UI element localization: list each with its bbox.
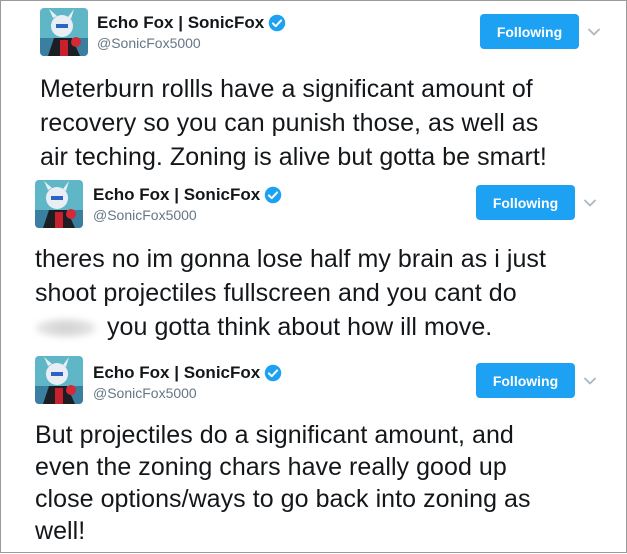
tweet-text-line: Meterburn rollls have a significant amou… bbox=[40, 75, 533, 103]
author-handle[interactable]: @SonicFox5000 bbox=[97, 35, 201, 51]
tweet-text: But projectiles do a significant amount,… bbox=[35, 419, 531, 547]
following-button[interactable]: Following bbox=[476, 185, 575, 220]
sonicfox-avatar-icon[interactable] bbox=[40, 8, 88, 56]
following-button[interactable]: Following bbox=[476, 363, 575, 398]
tweet: Echo Fox | SonicFox @SonicFox5000 Follow… bbox=[1, 1, 627, 171]
verified-badge-icon bbox=[264, 186, 282, 204]
author-handle[interactable]: @SonicFox5000 bbox=[93, 207, 197, 223]
chevron-down-icon[interactable] bbox=[582, 195, 598, 211]
tweet-text-line: shoot projectiles fullscreen and you can… bbox=[35, 279, 517, 307]
author-name[interactable]: Echo Fox | SonicFox bbox=[97, 13, 264, 33]
author-name[interactable]: Echo Fox | SonicFox bbox=[93, 363, 260, 383]
chevron-down-icon[interactable] bbox=[586, 24, 602, 40]
verified-badge-icon bbox=[264, 364, 282, 382]
tweet-text: theres no im gonna lose half my brain as… bbox=[35, 242, 546, 344]
tweet: Echo Fox | SonicFox @SonicFox5000 Follow… bbox=[1, 346, 627, 554]
tweet-text-line: air teching. Zoning is alive but gotta b… bbox=[40, 143, 547, 171]
tweet-text-line: close options/ways to go back into zonin… bbox=[35, 485, 531, 513]
tweet-thread-screenshot: Echo Fox | SonicFox @SonicFox5000 Follow… bbox=[0, 0, 627, 553]
author-name[interactable]: Echo Fox | SonicFox bbox=[93, 185, 260, 205]
chevron-down-icon[interactable] bbox=[582, 373, 598, 389]
tweet-text: Meterburn rollls have a significant amou… bbox=[40, 72, 547, 174]
tweet: Echo Fox | SonicFox @SonicFox5000 Follow… bbox=[1, 171, 627, 346]
sonicfox-avatar-icon[interactable] bbox=[35, 356, 83, 404]
tweet-text-line: But projectiles do a significant amount,… bbox=[35, 421, 514, 449]
tweet-text-line: you gotta think about how ill move. bbox=[107, 313, 493, 341]
tweet-text-line: recovery so you can punish those, as wel… bbox=[40, 109, 539, 137]
redacted-blur bbox=[35, 318, 97, 339]
tweet-text-line: theres no im gonna lose half my brain as… bbox=[35, 245, 546, 273]
author-handle[interactable]: @SonicFox5000 bbox=[93, 385, 197, 401]
verified-badge-icon bbox=[268, 14, 286, 32]
sonicfox-avatar-icon[interactable] bbox=[35, 180, 83, 228]
tweet-text-line-with-redaction: you gotta think about how ill move. bbox=[35, 310, 546, 344]
following-button[interactable]: Following bbox=[480, 14, 579, 49]
tweet-text-line: even the zoning chars have really good u… bbox=[35, 453, 507, 481]
tweet-text-line: well! bbox=[35, 517, 86, 545]
